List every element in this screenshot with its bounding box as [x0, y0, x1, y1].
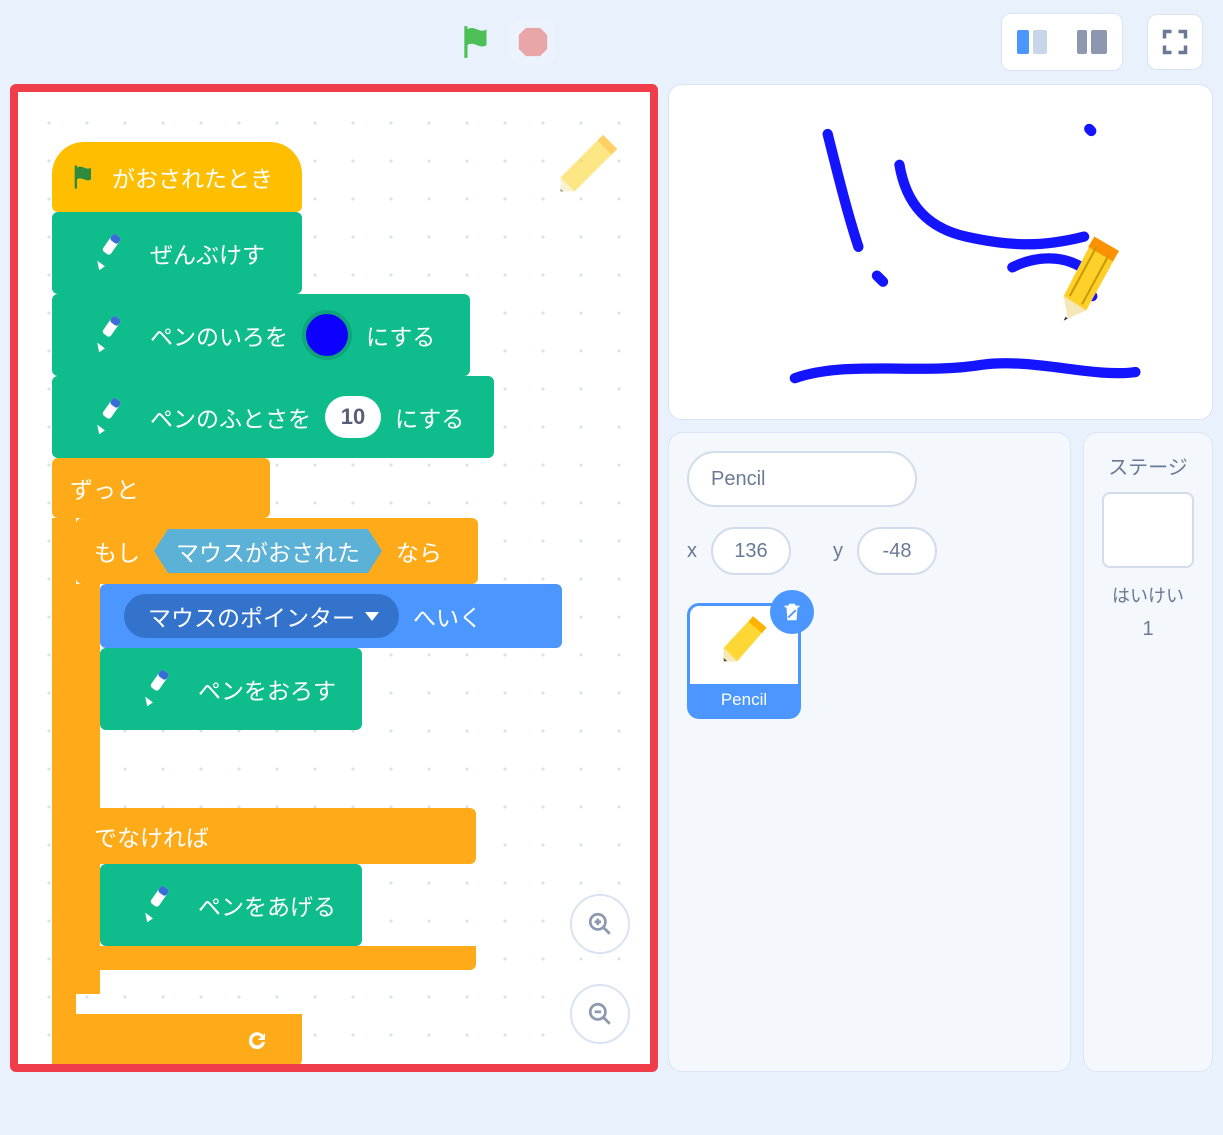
if-footer — [76, 946, 476, 970]
zoom-in-button[interactable] — [570, 894, 630, 954]
small-stage-icon — [1017, 30, 1047, 54]
loop-arrow-icon — [242, 1028, 272, 1052]
pen-extension-icon — [122, 876, 180, 934]
forever-block[interactable]: ずっと — [52, 458, 270, 518]
sprite-name-input[interactable] — [687, 451, 917, 507]
if-else-block[interactable]: もし マウスがおされた なら マウスのポインター へいく — [76, 518, 612, 730]
pen-size-input[interactable]: 10 — [325, 396, 381, 438]
fullscreen-button[interactable] — [1147, 14, 1203, 70]
script-stack[interactable]: がおされたとき ぜんぶけす ペンのいろを にする — [52, 142, 612, 730]
backdrops-label: はいけい — [1102, 582, 1194, 608]
small-stage-button[interactable] — [1002, 14, 1062, 70]
pen-extension-icon — [74, 306, 132, 364]
block-label: がおされたとき — [112, 160, 273, 194]
delete-sprite-button[interactable] — [770, 590, 814, 634]
chevron-down-icon — [365, 612, 379, 621]
green-flag-button[interactable] — [455, 20, 499, 64]
erase-all-block[interactable]: ぜんぶけす — [52, 212, 302, 294]
x-label: x — [687, 540, 697, 563]
large-stage-icon — [1077, 30, 1107, 54]
large-stage-button[interactable] — [1062, 14, 1122, 70]
set-pen-color-block[interactable]: ペンのいろを にする — [52, 294, 470, 376]
pen-extension-icon — [122, 660, 180, 718]
block-label: ずっと — [70, 471, 139, 505]
sprite-tile-label: Pencil — [690, 684, 798, 716]
block-label: ペンをおろす — [198, 672, 336, 706]
top-toolbar — [0, 0, 1223, 84]
block-label: ぜんぶけす — [150, 236, 265, 270]
sprite-info-panel: x y Pencil — [668, 432, 1071, 1072]
stop-icon — [516, 25, 550, 59]
else-header[interactable]: でなければ — [76, 808, 476, 864]
green-flag-icon — [458, 23, 496, 61]
zoom-controls — [570, 894, 630, 1044]
y-label: y — [833, 540, 843, 563]
goto-mouse-pointer-block[interactable]: マウスのポインター へいく — [100, 584, 562, 648]
set-pen-size-block[interactable]: ペンのふとさを 10 にする — [52, 376, 494, 458]
goto-target-dropdown[interactable]: マウスのポインター — [124, 594, 399, 638]
forever-footer — [52, 1014, 302, 1066]
block-label: マウスがおされた — [176, 534, 360, 568]
block-label-prefix: ペンのいろを — [150, 318, 288, 352]
backdrops-count: 1 — [1102, 618, 1194, 641]
sprite-y-input[interactable] — [857, 527, 937, 575]
then-label: なら — [396, 534, 442, 568]
sprite-x-input[interactable] — [711, 527, 791, 575]
pencil-icon — [717, 614, 771, 668]
block-label-suffix: へいく — [413, 599, 482, 633]
mouse-down-block[interactable]: マウスがおされた — [154, 529, 382, 573]
script-editor[interactable]: がおされたとき ぜんぶけす ペンのいろを にする — [10, 84, 658, 1072]
pen-up-block[interactable]: ペンをあげる — [100, 864, 362, 946]
trash-icon — [781, 601, 803, 623]
if-header[interactable]: もし マウスがおされた なら — [76, 518, 478, 584]
block-label-prefix: ペンのふとさを — [150, 400, 311, 434]
pen-down-block[interactable]: ペンをおろす — [100, 648, 362, 730]
pen-extension-icon — [74, 224, 132, 282]
block-label-suffix: にする — [395, 400, 464, 434]
stage-preview[interactable] — [668, 84, 1213, 420]
dropdown-label: マウスのポインター — [148, 599, 355, 633]
block-label-suffix: にする — [366, 318, 435, 352]
fullscreen-icon — [1161, 28, 1189, 56]
stage-title: ステージ — [1102, 451, 1194, 480]
zoom-out-icon — [587, 1001, 613, 1027]
stage-thumbnail[interactable] — [1102, 492, 1194, 568]
else-label: でなければ — [94, 819, 209, 853]
stage-size-toggle — [1001, 13, 1123, 71]
right-column: x y Pencil — [668, 84, 1213, 1072]
stage-panel: ステージ はいけい 1 — [1083, 432, 1213, 1072]
pen-color-swatch[interactable] — [302, 310, 352, 360]
block-label: ペンをあげる — [198, 888, 336, 922]
sprite-tile[interactable]: Pencil — [687, 603, 801, 719]
stop-button[interactable] — [511, 20, 555, 64]
forever-arm — [52, 518, 76, 1072]
stage-canvas — [677, 93, 1204, 411]
zoom-in-icon — [587, 911, 613, 937]
green-flag-icon — [70, 163, 98, 191]
pen-extension-icon — [74, 388, 132, 446]
if-arm — [76, 584, 100, 994]
zoom-out-button[interactable] — [570, 984, 630, 1044]
if-label: もし — [94, 534, 140, 568]
when-flag-clicked-block[interactable]: がおされたとき — [52, 142, 302, 212]
